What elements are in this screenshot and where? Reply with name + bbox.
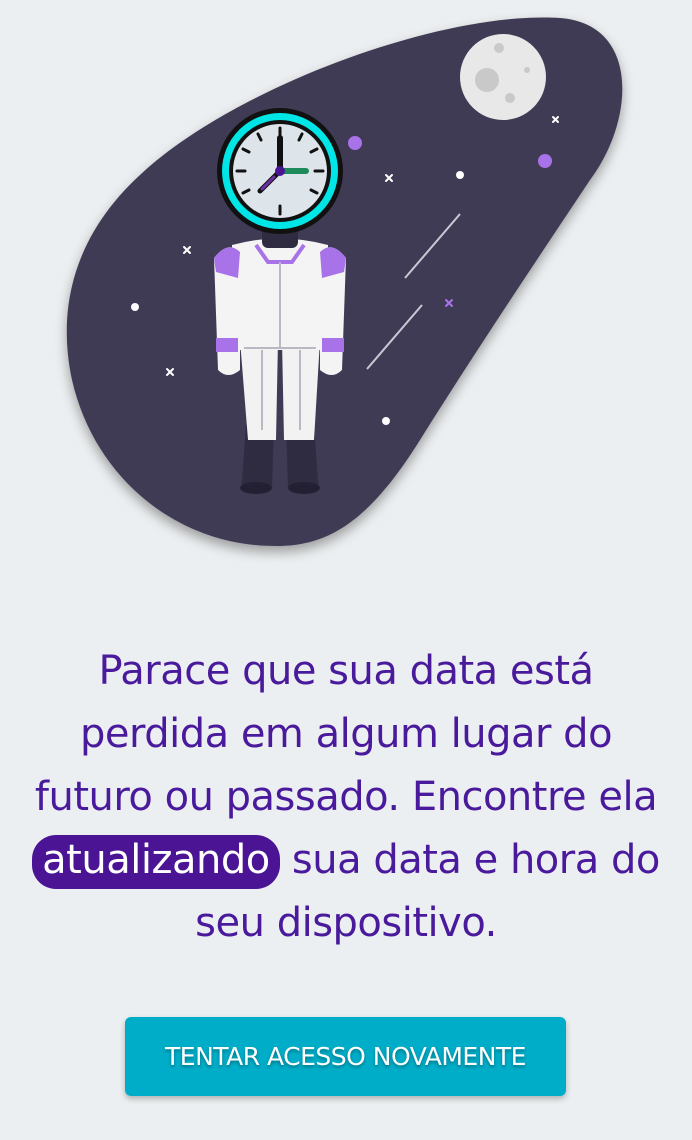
clock-icon [217, 108, 343, 234]
retry-access-button[interactable]: TENTAR ACESSO NOVAMENTE [125, 1017, 566, 1096]
error-message: Parace que sua data está perdida em algu… [30, 640, 662, 955]
moon-icon [460, 34, 546, 120]
astronaut-clock-illustration [66, 17, 623, 547]
message-highlight: atualizando [32, 835, 280, 889]
message-text-before: Parace que sua data está perdida em algu… [34, 648, 658, 820]
